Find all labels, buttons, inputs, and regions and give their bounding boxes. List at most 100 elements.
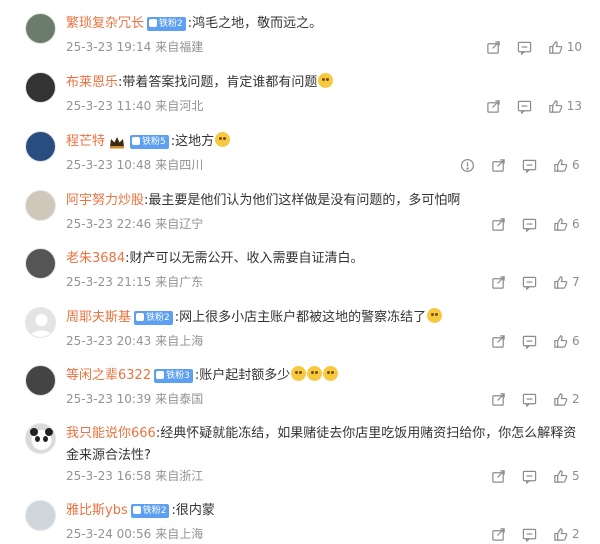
like-count: 7 [572, 275, 580, 289]
like-count: 2 [572, 392, 580, 406]
username-link[interactable]: 雅比斯ybs [66, 503, 128, 518]
share-icon[interactable] [491, 469, 506, 484]
report-icon[interactable] [460, 158, 475, 173]
timestamp: 25-3-23 21:15 [66, 275, 152, 289]
comment-meta: 25-3-24 00:56 来自上海 [66, 525, 207, 543]
avatar[interactable] [25, 365, 56, 396]
avatar[interactable] [25, 72, 56, 103]
location: 来自四川 [155, 158, 204, 172]
location: 来自上海 [155, 334, 204, 348]
reply-icon[interactable] [522, 158, 537, 173]
share-icon[interactable] [486, 40, 501, 55]
fan-badge: 铁粉2 [134, 310, 173, 325]
timestamp: 25-3-24 00:56 [66, 527, 152, 541]
timestamp: 25-3-23 22:46 [66, 217, 152, 231]
comment-meta: 25-3-23 10:39 来自泰国 [66, 390, 207, 408]
fan-badge: 铁粉5 [130, 134, 169, 149]
avatar[interactable] [25, 500, 56, 531]
username-link[interactable]: 周耶夫斯基 [66, 310, 131, 325]
reply-icon[interactable] [522, 469, 537, 484]
username-link[interactable]: 阿宇努力炒股 [66, 193, 144, 208]
username-link[interactable]: 布莱恩乐 [66, 75, 118, 90]
fan-badge: 铁粉2 [147, 16, 186, 31]
comment-actions: 2 [475, 524, 582, 544]
comment-actions: 5 [475, 466, 582, 486]
reply-icon[interactable] [522, 392, 537, 407]
share-icon[interactable] [491, 275, 506, 290]
timestamp: 25-3-23 10:39 [66, 392, 152, 406]
username-link[interactable]: 程芒特 [66, 134, 105, 149]
share-icon[interactable] [491, 392, 506, 407]
reply-icon[interactable] [517, 40, 532, 55]
comment-meta: 25-3-23 11:40 来自河北 [66, 97, 207, 115]
fan-badge-icon [136, 312, 145, 321]
avatar[interactable] [25, 13, 56, 44]
like-count: 5 [572, 469, 580, 483]
reply-icon[interactable] [522, 527, 537, 542]
avatar[interactable] [25, 131, 56, 162]
location: 来自广东 [155, 275, 204, 289]
like-button[interactable]: 2 [553, 527, 582, 542]
fan-badge-label: 铁粉2 [159, 18, 183, 29]
comment-meta: 25-3-23 21:15 来自广东 [66, 273, 207, 291]
comment-actions: 2 [475, 389, 582, 409]
comment-actions: 13 [470, 96, 582, 116]
crown-icon [109, 135, 125, 149]
avatar[interactable] [25, 190, 56, 221]
emoji-icon [291, 366, 307, 381]
avatar[interactable] [25, 423, 56, 454]
like-button[interactable]: 7 [553, 275, 582, 290]
comment-text: :账户起封额多少 [194, 368, 291, 383]
comment-meta: 25-3-23 22:46 来自辽宁 [66, 215, 207, 233]
comment-text: :网上很多小店主账户都被这地的警察冻结了 [174, 310, 427, 325]
share-icon[interactable] [486, 99, 501, 114]
comment-actions: 6 [475, 214, 582, 234]
comment-text: :带着答案找问题，肯定谁都有问题 [118, 75, 318, 90]
reply-icon[interactable] [522, 275, 537, 290]
share-icon[interactable] [491, 158, 506, 173]
like-count: 6 [572, 158, 580, 172]
comment-meta: 25-3-23 19:14 来自福建 [66, 38, 207, 56]
location: 来自浙江 [155, 469, 204, 483]
fan-badge-icon [132, 136, 141, 145]
like-count: 13 [566, 99, 582, 113]
location: 来自辽宁 [155, 217, 204, 231]
reply-icon[interactable] [517, 99, 532, 114]
emoji-icon [318, 73, 334, 88]
timestamp: 25-3-23 11:40 [66, 99, 152, 113]
like-button[interactable]: 2 [553, 392, 582, 407]
comment-actions: 10 [470, 37, 582, 57]
share-icon[interactable] [491, 334, 506, 349]
comment-text: :财产可以无需公开、收入需要自证清白。 [125, 251, 364, 266]
comment-body: 雅比斯ybs 铁粉2:很内蒙 [66, 500, 586, 522]
like-button[interactable]: 6 [553, 217, 582, 232]
username-link[interactable]: 等闲之辈6322 [66, 368, 151, 383]
like-button[interactable]: 6 [553, 158, 582, 173]
comment-actions: 6 [444, 155, 582, 175]
like-button[interactable]: 13 [548, 99, 582, 114]
comment-text: :这地方 [170, 134, 215, 149]
username-link[interactable]: 繁琐复杂冗长 [66, 16, 144, 31]
comment-body: 我只能说你666:经典怀疑就能冻结，如果赌徒去你店里吃饭用赌资扫给你，你怎么解释… [66, 423, 586, 467]
like-button[interactable]: 10 [548, 40, 582, 55]
avatar[interactable] [25, 307, 56, 338]
comment-body: 繁琐复杂冗长 铁粉2:鸿毛之地，敬而远之。 [66, 13, 586, 35]
fan-badge: 铁粉2 [130, 503, 170, 518]
avatar[interactable] [25, 248, 56, 279]
reply-icon[interactable] [522, 334, 537, 349]
fan-badge-icon [132, 505, 141, 514]
share-icon[interactable] [491, 217, 506, 232]
username-link[interactable]: 老朱3684 [66, 251, 125, 266]
reply-icon[interactable] [522, 217, 537, 232]
like-button[interactable]: 5 [553, 469, 582, 484]
username-link[interactable]: 我只能说你666 [66, 426, 156, 441]
like-button[interactable]: 6 [553, 334, 582, 349]
comment-body: 布莱恩乐:带着答案找问题，肯定谁都有问题 [66, 72, 586, 94]
like-count: 10 [566, 40, 582, 54]
emoji-icon [427, 308, 443, 323]
comment-body: 周耶夫斯基 铁粉2:网上很多小店主账户都被这地的警察冻结了 [66, 307, 586, 329]
timestamp: 25-3-23 19:14 [66, 40, 152, 54]
share-icon[interactable] [491, 527, 506, 542]
fan-badge-label: 铁粉5 [142, 136, 166, 147]
comment-actions: 6 [475, 331, 582, 351]
